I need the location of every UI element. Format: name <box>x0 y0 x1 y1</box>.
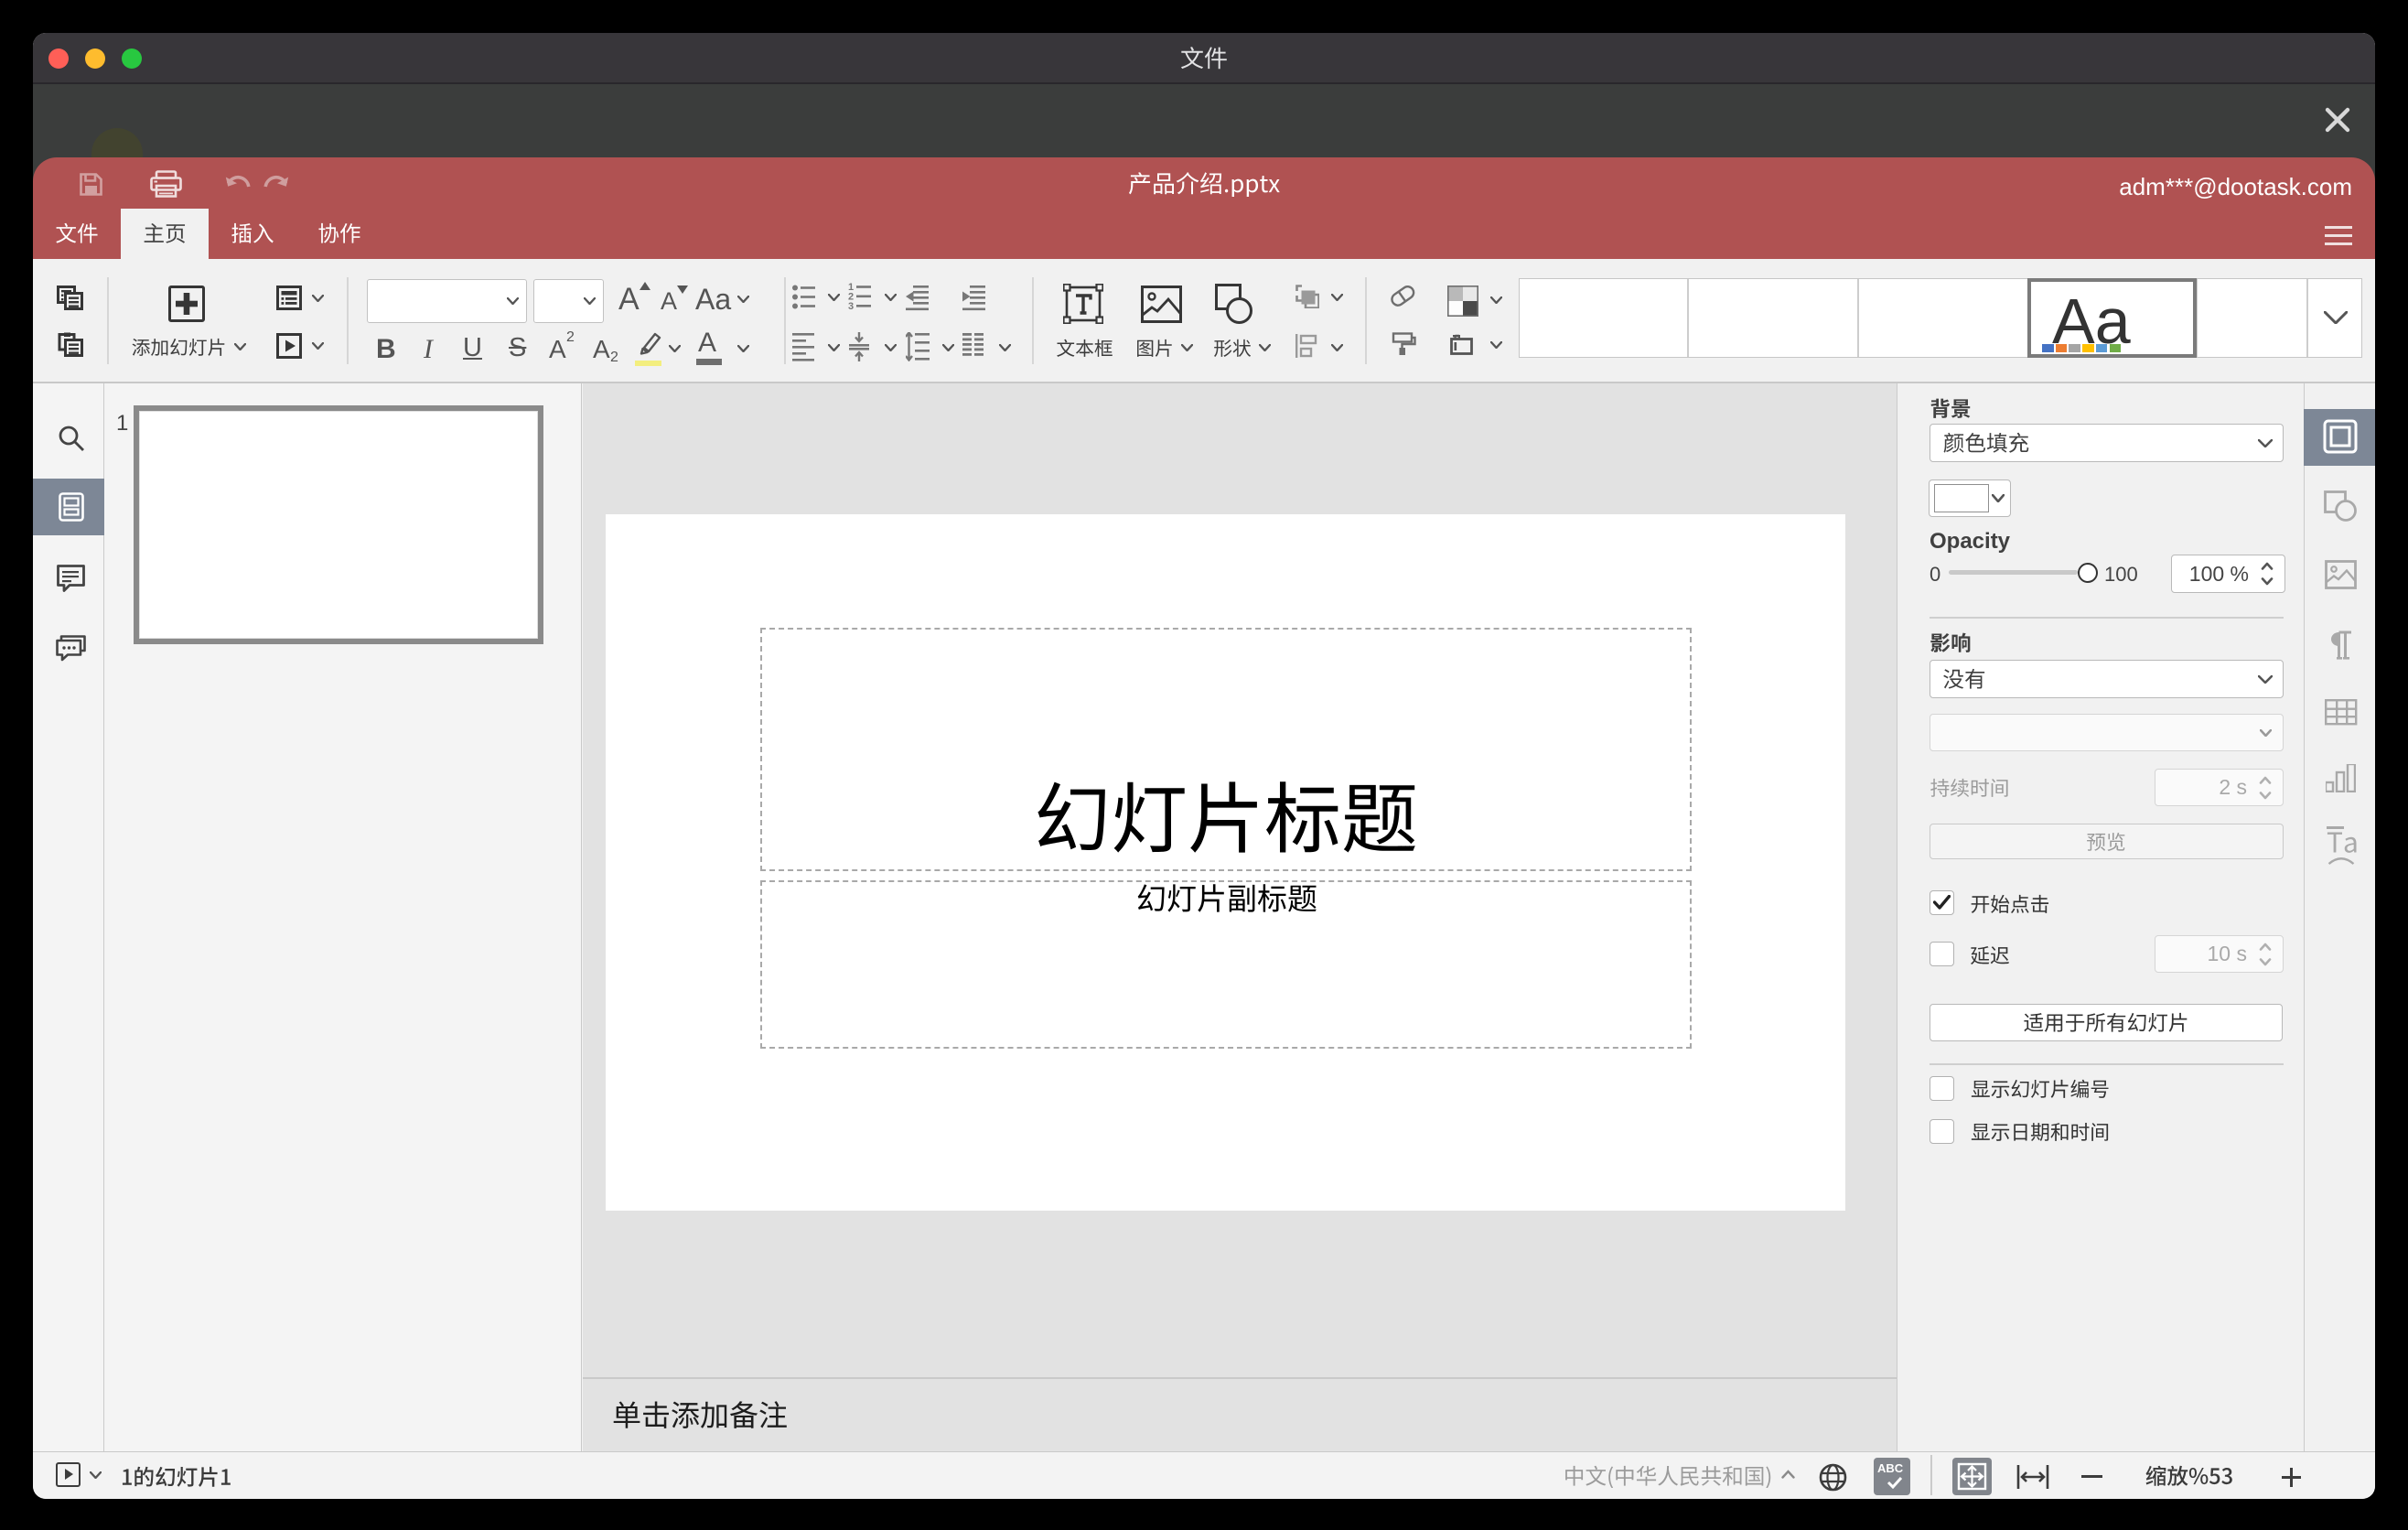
svg-text:3: 3 <box>848 301 854 310</box>
